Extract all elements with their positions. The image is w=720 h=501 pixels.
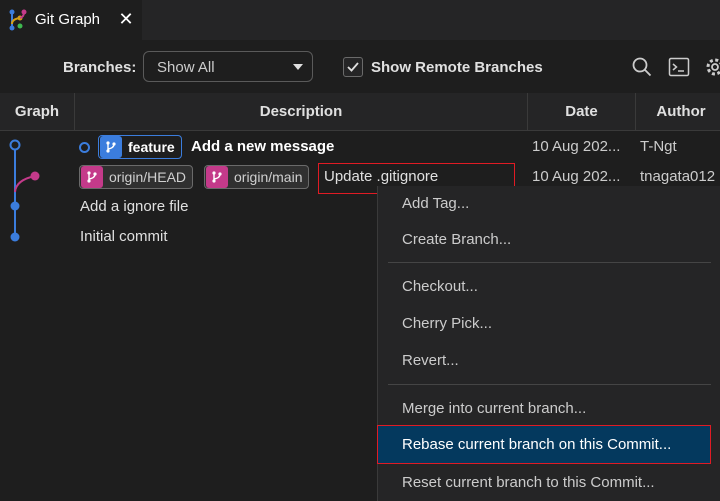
menu-item-add-tag[interactable]: Add Tag... xyxy=(378,186,720,222)
branch-ref-origin-head[interactable]: origin/HEAD xyxy=(79,165,194,189)
show-remote-checkbox[interactable] xyxy=(343,57,363,77)
commit-date: 10 Aug 202... xyxy=(532,138,621,155)
branch-ref-label: origin/main xyxy=(234,169,303,185)
menu-item-revert[interactable]: Revert... xyxy=(378,343,720,379)
branch-ref-label: origin/HEAD xyxy=(109,169,187,185)
commit-message: Initial commit xyxy=(80,228,168,245)
menu-item-create-branch[interactable]: Create Branch... xyxy=(378,222,720,258)
menu-item-rebase[interactable]: Rebase current branch on this Commit... xyxy=(377,425,711,464)
branch-ref-origin-main[interactable]: origin/main xyxy=(204,165,310,189)
commit-author: T-Ngt xyxy=(640,138,677,155)
menu-separator xyxy=(388,384,711,385)
branch-ref-label: feature xyxy=(128,139,175,155)
tab-git-graph[interactable]: Git Graph ✕ xyxy=(0,0,142,40)
chevron-down-icon xyxy=(293,64,303,70)
header-author[interactable]: Author xyxy=(636,93,720,131)
branches-select[interactable]: Show All xyxy=(143,51,313,82)
gear-icon[interactable] xyxy=(704,56,720,78)
branch-ref-feature[interactable]: feature xyxy=(98,135,182,159)
menu-item-merge[interactable]: Merge into current branch... xyxy=(378,391,720,427)
table-header: Graph Description Date Author xyxy=(0,93,720,131)
table-row[interactable]: feature Add a new message 10 Aug 202... … xyxy=(0,132,720,162)
branch-icon xyxy=(206,166,228,188)
header-date[interactable]: Date xyxy=(528,93,635,131)
terminal-icon[interactable] xyxy=(668,56,690,78)
branch-icon xyxy=(81,166,103,188)
commit-message: Add a new message xyxy=(191,138,335,155)
commit-message: Add a ignore file xyxy=(80,198,189,215)
search-icon[interactable] xyxy=(631,56,653,78)
branch-icon xyxy=(100,136,122,158)
tab-bar: Git Graph ✕ xyxy=(0,0,720,40)
git-graph-icon xyxy=(9,9,27,31)
branches-label: Branches: xyxy=(63,59,137,76)
menu-separator xyxy=(388,262,711,263)
show-remote-label[interactable]: Show Remote Branches xyxy=(371,59,543,76)
header-graph[interactable]: Graph xyxy=(0,93,74,131)
checkmark-icon xyxy=(347,62,359,72)
menu-item-reset[interactable]: Reset current branch to this Commit... xyxy=(378,465,720,501)
header-description[interactable]: Description xyxy=(75,93,527,131)
branches-select-value: Show All xyxy=(157,59,215,76)
tab-title: Git Graph xyxy=(35,11,101,28)
context-menu: Add Tag... Create Branch... Checkout... … xyxy=(377,186,720,501)
head-indicator-icon xyxy=(79,142,90,153)
controls-bar: Branches: Show All Show Remote Branches xyxy=(0,40,720,92)
menu-item-cherry-pick[interactable]: Cherry Pick... xyxy=(378,306,720,342)
menu-item-checkout[interactable]: Checkout... xyxy=(378,269,720,305)
close-icon[interactable]: ✕ xyxy=(116,8,136,30)
